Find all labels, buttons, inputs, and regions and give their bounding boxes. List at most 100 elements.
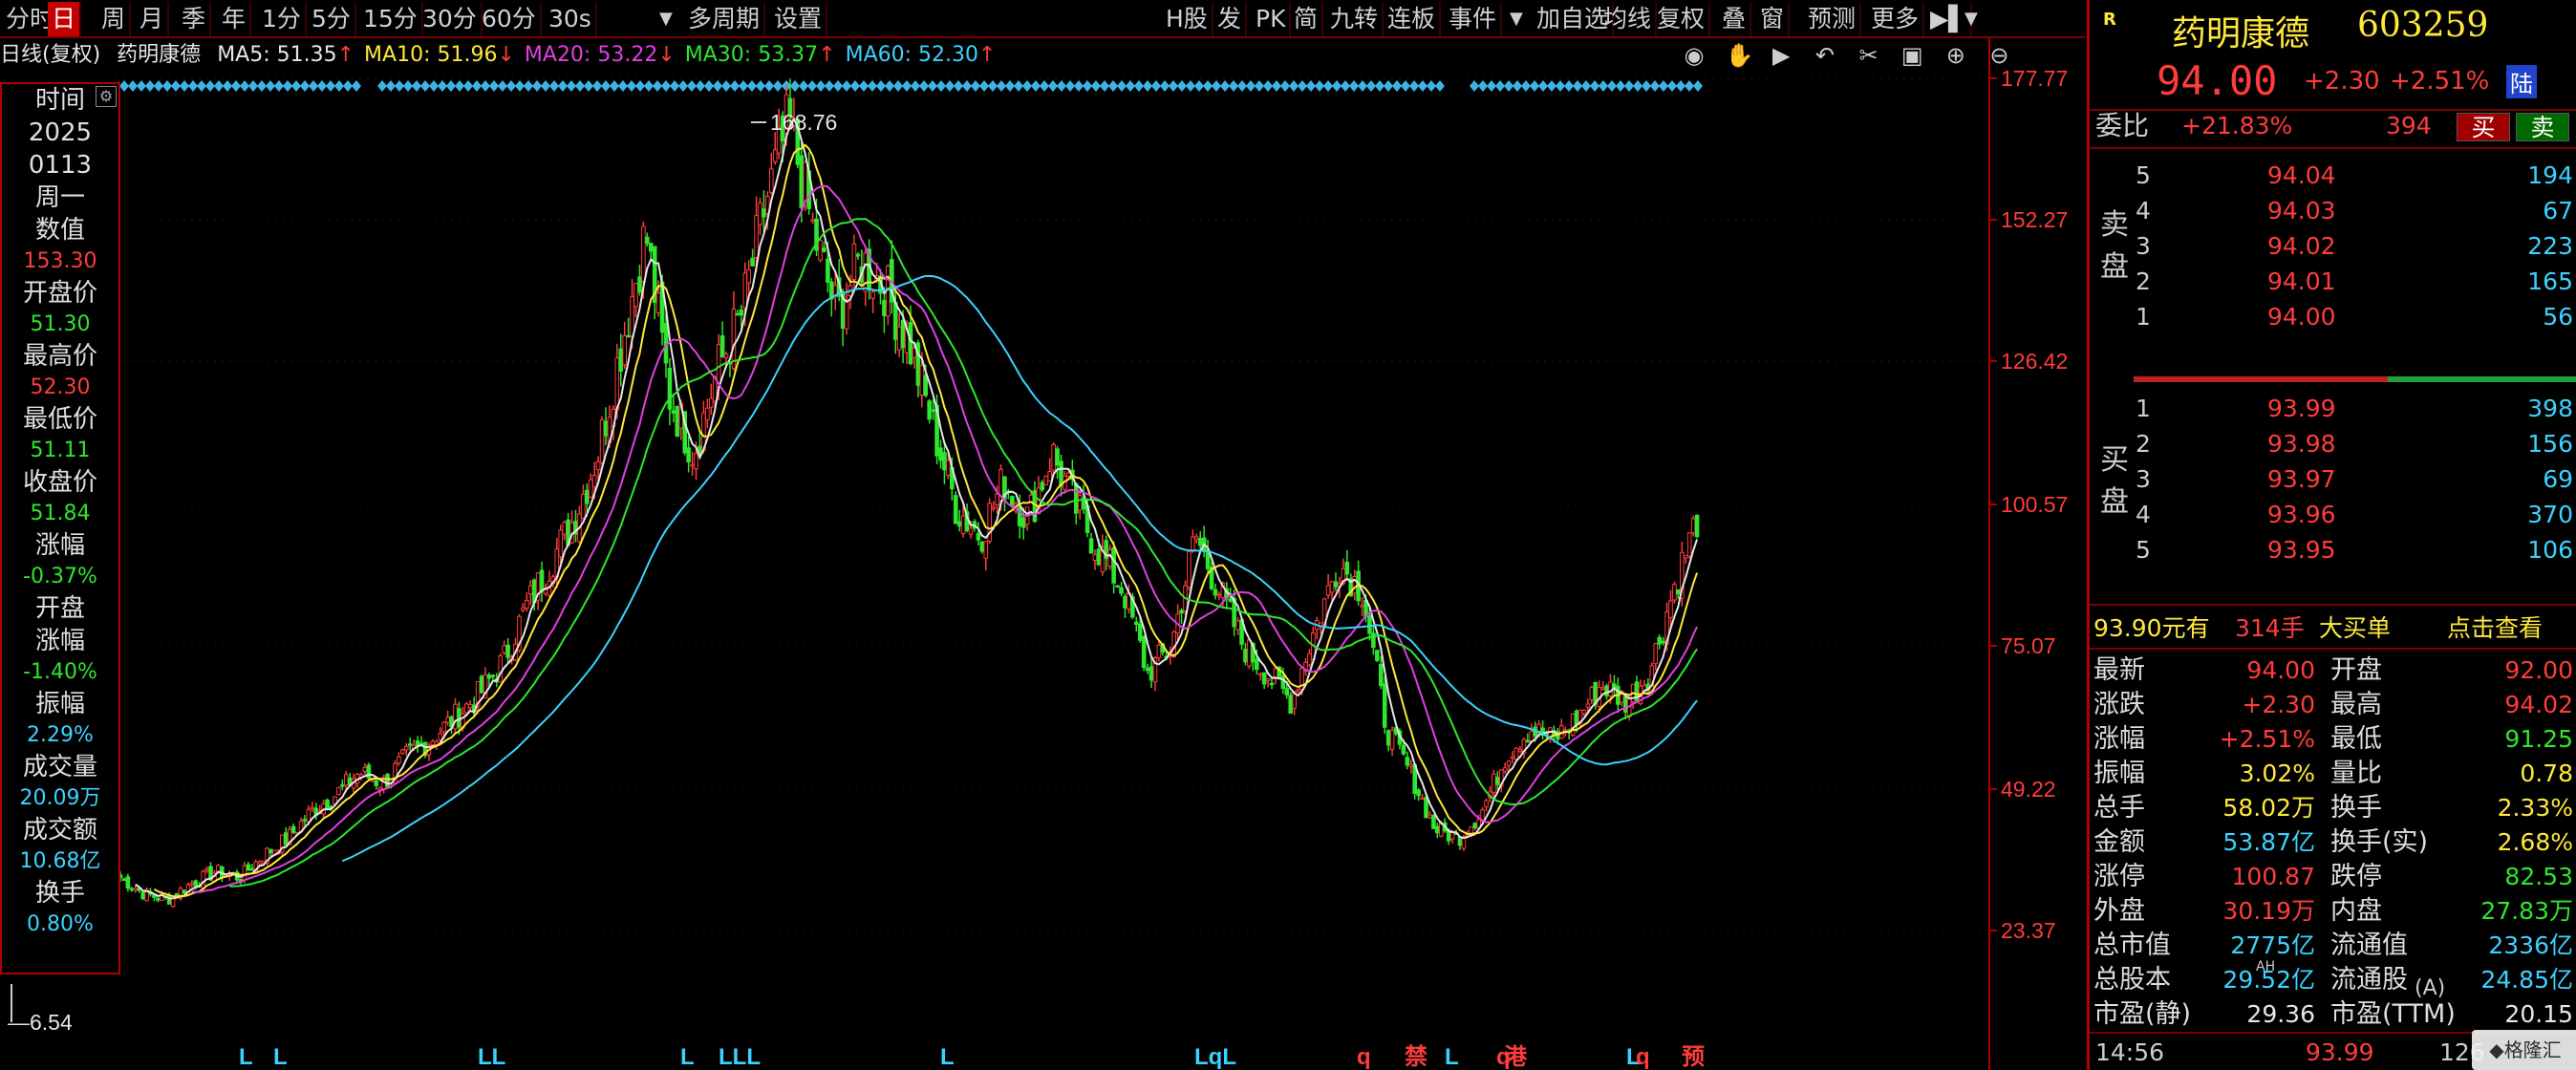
period-tab[interactable]: 月 [136,2,170,36]
candle-body [1344,561,1350,575]
toolbar-button[interactable]: 事件 [1445,2,1503,36]
buy-button[interactable]: 买 [2457,113,2510,141]
toolbar-button[interactable]: 简 [1290,2,1324,36]
candle-body [1145,667,1150,672]
event-diamond [721,80,731,92]
candle-body [527,585,533,595]
candle-body [246,864,251,871]
stat-value: 92.00 [2504,656,2573,684]
info-value: 153.30 [23,249,97,273]
sell-button[interactable]: 卖 [2516,113,2569,141]
order-book-row[interactable]: 5 94.04 194 [2090,159,2576,193]
undo-icon[interactable]: ↶ [1813,42,1837,69]
info-label: 0113 [28,151,93,180]
order-book-row[interactable]: 3 93.97 69 [2090,462,2576,497]
candle-body [1255,658,1259,671]
kline-chart[interactable]: 177.77152.27126.42100.5775.0749.2223.371… [0,38,2085,1070]
chevron-down-icon[interactable]: ▼ [659,2,673,36]
candle-body [490,674,496,677]
period-tab[interactable]: 5分 [308,2,356,36]
info-value: 51.11 [30,439,91,462]
scissors-icon[interactable]: ✂ [1857,42,1881,69]
candle-body [1088,538,1094,554]
event-diamond [988,80,998,92]
toolbar-button[interactable]: PK [1252,2,1292,36]
candle-body [1257,673,1263,676]
candle-body [1672,584,1677,601]
zoom-in-icon[interactable]: ⊕ [1943,42,1968,69]
order-book-row[interactable]: 5 93.95 106 [2090,533,2576,567]
toolbar-button[interactable]: 更多 [1867,2,1925,36]
order-book-row[interactable]: 4 93.96 370 [2090,498,2576,532]
stat-label: 换手 [2330,793,2382,823]
candle-body [539,569,545,592]
chevron-down-icon[interactable]: ▼ [1964,2,1978,36]
period-tab[interactable]: 1分 [258,2,307,36]
stat-value: 94.02 [2504,691,2573,718]
stat-label: 最新 [2093,655,2145,685]
toolbar-button[interactable]: 均线 [1599,2,1658,36]
stat-value: 91.25 [2504,725,2573,753]
toolbar-button[interactable]: 叠 [1718,2,1752,36]
chevron-down-icon[interactable]: ▼ [1510,2,1523,36]
play-icon[interactable]: ▶ [1769,42,1793,69]
order-book-row[interactable]: 4 94.03 67 [2090,194,2576,228]
order-book-row[interactable]: 1 94.00 56 [2090,300,2576,334]
y-tick-label: 23.37 [2001,918,2056,943]
order-book-row[interactable]: 2 94.01 165 [2090,265,2576,299]
info-label: 开盘 [34,594,85,623]
candle-body [686,447,691,462]
divider [2090,648,2576,650]
event-diamond [1667,80,1677,92]
candle-body [464,703,469,714]
info-label: 开盘价 [22,279,97,308]
toolbar-button[interactable]: 窗 [1756,2,1791,36]
high-label: 168.76 [770,110,837,135]
settings-button[interactable]: 设置 [770,2,828,36]
candle-body [1197,538,1203,546]
big-order-link[interactable]: 点击查看 [2447,611,2543,646]
gear-icon[interactable]: ⚙ [96,86,117,107]
candle-body [983,541,989,559]
stat-value: 3.02% [2239,760,2315,787]
event-diamond [1521,80,1531,92]
toolbar-button[interactable]: 复权 [1653,2,1711,36]
candle-body [946,460,951,477]
zoom-out-icon[interactable]: ⊖ [1986,42,2011,69]
toolbar-button[interactable]: 预测 [1804,2,1862,36]
order-book-row[interactable]: 2 93.98 156 [2090,427,2576,461]
period-tab[interactable]: 年 [218,2,252,36]
ma-arrow-icon: ↓ [497,43,515,67]
candle-body [1216,593,1222,597]
toolbar-button[interactable]: 连板 [1384,2,1442,36]
stat-label: 最低 [2330,724,2382,754]
period-tab[interactable]: 60分 [478,2,542,36]
toolbar-button[interactable]: 九转 [1326,2,1385,36]
order-book-row[interactable]: 1 93.99 398 [2090,392,2576,426]
hand-icon[interactable]: ✋ [1726,42,1754,69]
period-tab[interactable]: 30s [545,2,597,36]
period-tab[interactable]: 季 [178,2,212,36]
y-tick-label: 126.42 [2001,349,2068,374]
candle-body [1683,554,1688,559]
stat-label: 涨幅 [2093,724,2145,754]
candle-body [1193,536,1199,540]
multi-period-button[interactable]: 多周期 [684,2,766,36]
period-tab[interactable]: 30分 [419,2,483,36]
info-label: 最高价 [22,342,97,371]
period-tab[interactable]: 周 [97,2,132,36]
period-tab[interactable]: 15分 [359,2,423,36]
candle-body [1333,581,1339,588]
lock-icon[interactable]: ▣ [1900,42,1924,69]
candle-body [457,708,462,728]
order-book-row[interactable]: 3 94.02 223 [2090,229,2576,264]
event-diamond [171,80,181,92]
eye-icon[interactable]: ◉ [1682,42,1707,69]
event-diamond [1246,80,1256,92]
toolbar-button[interactable]: H股 [1162,2,1213,36]
candle-body [1010,496,1015,506]
period-tab[interactable]: 日 [48,2,82,36]
candle-body [705,407,710,420]
event-diamond [1169,80,1178,92]
toolbar-button[interactable]: 发 [1213,2,1248,36]
